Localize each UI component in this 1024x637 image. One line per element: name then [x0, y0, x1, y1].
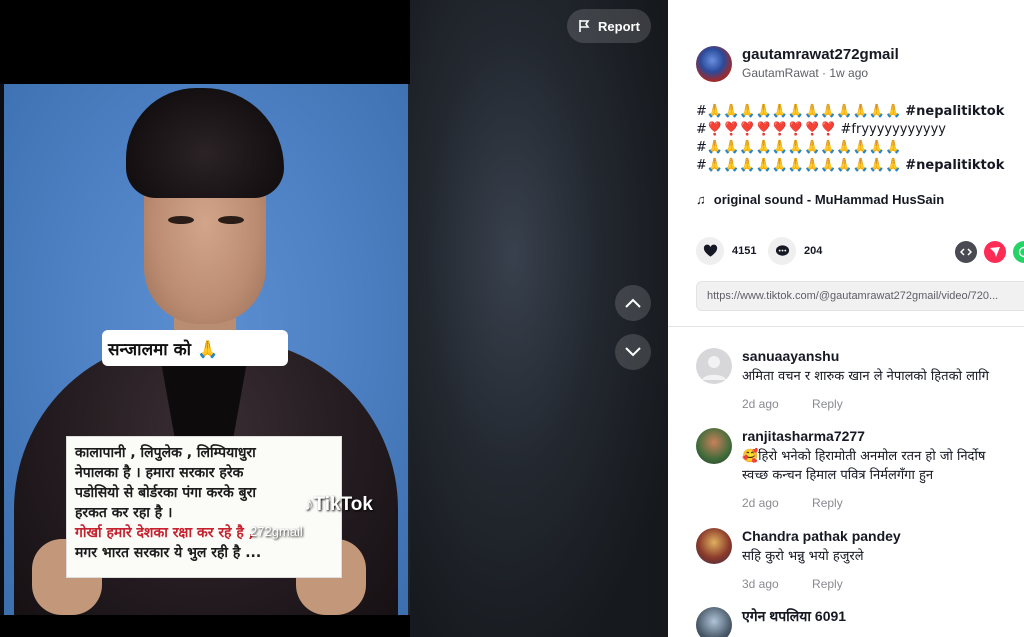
report-label: Report: [598, 18, 640, 34]
comment-username[interactable]: ranjitasharma7277: [742, 428, 865, 444]
desc-emoji-tag[interactable]: #🙏🙏🙏🙏🙏🙏🙏🙏🙏🙏🙏🙏: [696, 104, 901, 119]
tiktok-logo-icon: ♪: [304, 494, 314, 515]
embed-button[interactable]: [955, 241, 977, 263]
sound-link[interactable]: ♫ original sound - MuHammad HusSain: [696, 192, 944, 207]
like-count: 4151: [732, 245, 757, 257]
comment-time: 3d ago: [742, 577, 779, 591]
comment-text: सहि कुरो भन्नु भयो हजुरले: [742, 549, 864, 564]
heart-icon: [696, 237, 724, 265]
video-player[interactable]: सन्जालमा को 🙏 कालापानी , लिपुलेक , लिम्प…: [0, 0, 668, 637]
author-display-name: GautamRawat: [742, 66, 819, 80]
comment-footer: 3d ago Reply: [742, 577, 843, 591]
letterbox-bottom: [0, 615, 410, 637]
flag-icon: [579, 20, 590, 32]
note-line: हरकत कर रहा है ।: [75, 505, 173, 521]
comment-time: 2d ago: [742, 496, 779, 510]
reply-button[interactable]: Reply: [812, 577, 843, 591]
tiktok-video-page: सन्जालमा को 🙏 कालापानी , लिपुलेक , लिम्प…: [0, 0, 1024, 637]
comment-text: 🥰हिरो भनेको हिरामोती अनमोल रतन हो जो निर…: [742, 447, 985, 485]
person-hair: [126, 88, 284, 198]
whatsapp-icon: [1018, 246, 1024, 258]
hashtag-link[interactable]: #fryyyyyyyyyyy: [841, 122, 946, 137]
comment-footer: 2d ago Reply: [742, 397, 843, 411]
hashtag-link[interactable]: #nepalitiktok: [905, 104, 1004, 119]
chevron-up-icon: [625, 298, 641, 308]
music-note-icon: ♫: [696, 192, 706, 207]
watermark-username: 272gmail: [250, 524, 303, 539]
note-line: नेपालका है । हमारा सरकार हरेक: [75, 465, 244, 481]
default-avatar-icon: [702, 356, 726, 380]
watermark-text: TikTok: [313, 494, 373, 515]
comment-count: 204: [804, 245, 823, 257]
author-meta: GautamRawat · 1w ago: [742, 66, 869, 80]
desc-line[interactable]: #🙏🙏🙏🙏🙏🙏🙏🙏🙏🙏🙏🙏: [696, 139, 1024, 157]
code-icon: [960, 248, 972, 256]
author-block[interactable]: gautamrawat272gmail GautamRawat · 1w ago: [696, 46, 899, 82]
note-line: पडोसियो से बोर्डरका पंगा करके बुरा: [75, 485, 256, 501]
post-time: 1w ago: [829, 66, 869, 80]
comment-text-line: स्वच्छ कन्चन हिमाल पवित्र निर्मलगँगा हुन: [742, 468, 934, 483]
person-eye-left: [168, 216, 194, 224]
comment-button[interactable]: 204: [768, 237, 822, 265]
hashtag-link[interactable]: #nepalitiktok: [905, 158, 1004, 173]
tiktok-watermark: ♪TikTok: [304, 494, 373, 516]
held-note-card: कालापानी , लिपुलेक , लिम्पियाधुरा नेपालक…: [66, 436, 342, 578]
author-avatar[interactable]: [696, 46, 732, 82]
note-line: मगर भारत सरकार ये भुल रही है ...: [75, 545, 262, 561]
report-button[interactable]: Report: [567, 9, 651, 43]
copy-link-field[interactable]: https://www.tiktok.com/@gautamrawat272gm…: [696, 281, 1024, 311]
letterbox-top: [0, 0, 410, 84]
info-panel: gautamrawat272gmail GautamRawat · 1w ago…: [668, 0, 1024, 637]
comment-text-line: 🥰हिरो भनेको हिरामोती अनमोल रतन हो जो निर…: [742, 449, 986, 464]
desc-line: #🙏🙏🙏🙏🙏🙏🙏🙏🙏🙏🙏🙏 #nepalitiktok: [696, 103, 1024, 121]
video-description: #🙏🙏🙏🙏🙏🙏🙏🙏🙏🙏🙏🙏 #nepalitiktok #❣️❣️❣️❣️❣️❣…: [696, 103, 1024, 175]
comment-time: 2d ago: [742, 397, 779, 411]
send-to-friends-button[interactable]: [984, 241, 1006, 263]
note-line: कालापानी , लिपुलेक , लिम्पियाधुरा: [75, 445, 256, 461]
avatar[interactable]: [696, 528, 732, 564]
send-icon: [990, 247, 1000, 257]
desc-emoji-tag[interactable]: #🙏🙏🙏🙏🙏🙏🙏🙏🙏🙏🙏🙏: [696, 158, 901, 173]
reply-button[interactable]: Reply: [812, 397, 843, 411]
comment-footer: 2d ago Reply: [742, 496, 843, 510]
author-username[interactable]: gautamrawat272gmail: [742, 46, 899, 63]
whatsapp-share-button[interactable]: [1013, 241, 1024, 263]
person-eye-right: [218, 216, 244, 224]
avatar[interactable]: [696, 348, 732, 384]
like-button[interactable]: 4151: [696, 237, 756, 265]
comment-username[interactable]: sanuaayanshu: [742, 348, 839, 364]
sound-label: original sound - MuHammad HusSain: [713, 192, 945, 207]
overlay-caption: सन्जालमा को 🙏: [102, 330, 288, 366]
chevron-down-icon: [625, 347, 641, 357]
comment-text: अमिता वचन र शारुक खान ले नेपालको हितको ल…: [742, 369, 989, 384]
divider: [668, 326, 1024, 327]
comment-username[interactable]: Chandra pathak pandey: [742, 528, 901, 544]
comment-icon: [768, 237, 796, 265]
avatar[interactable]: [696, 607, 732, 637]
desc-line: #🙏🙏🙏🙏🙏🙏🙏🙏🙏🙏🙏🙏 #nepalitiktok: [696, 157, 1024, 175]
next-video-button[interactable]: [615, 334, 651, 370]
desc-emoji-tag[interactable]: #❣️❣️❣️❣️❣️❣️❣️❣️: [696, 122, 836, 137]
previous-video-button[interactable]: [615, 285, 651, 321]
video-frame[interactable]: सन्जालमा को 🙏 कालापानी , लिपुलेक , लिम्प…: [4, 84, 408, 615]
comment-username[interactable]: एगेन थपलिया 6091: [742, 607, 846, 626]
desc-line: #❣️❣️❣️❣️❣️❣️❣️❣️ #fryyyyyyyyyyy: [696, 121, 1024, 139]
avatar[interactable]: [696, 428, 732, 464]
reply-button[interactable]: Reply: [812, 496, 843, 510]
